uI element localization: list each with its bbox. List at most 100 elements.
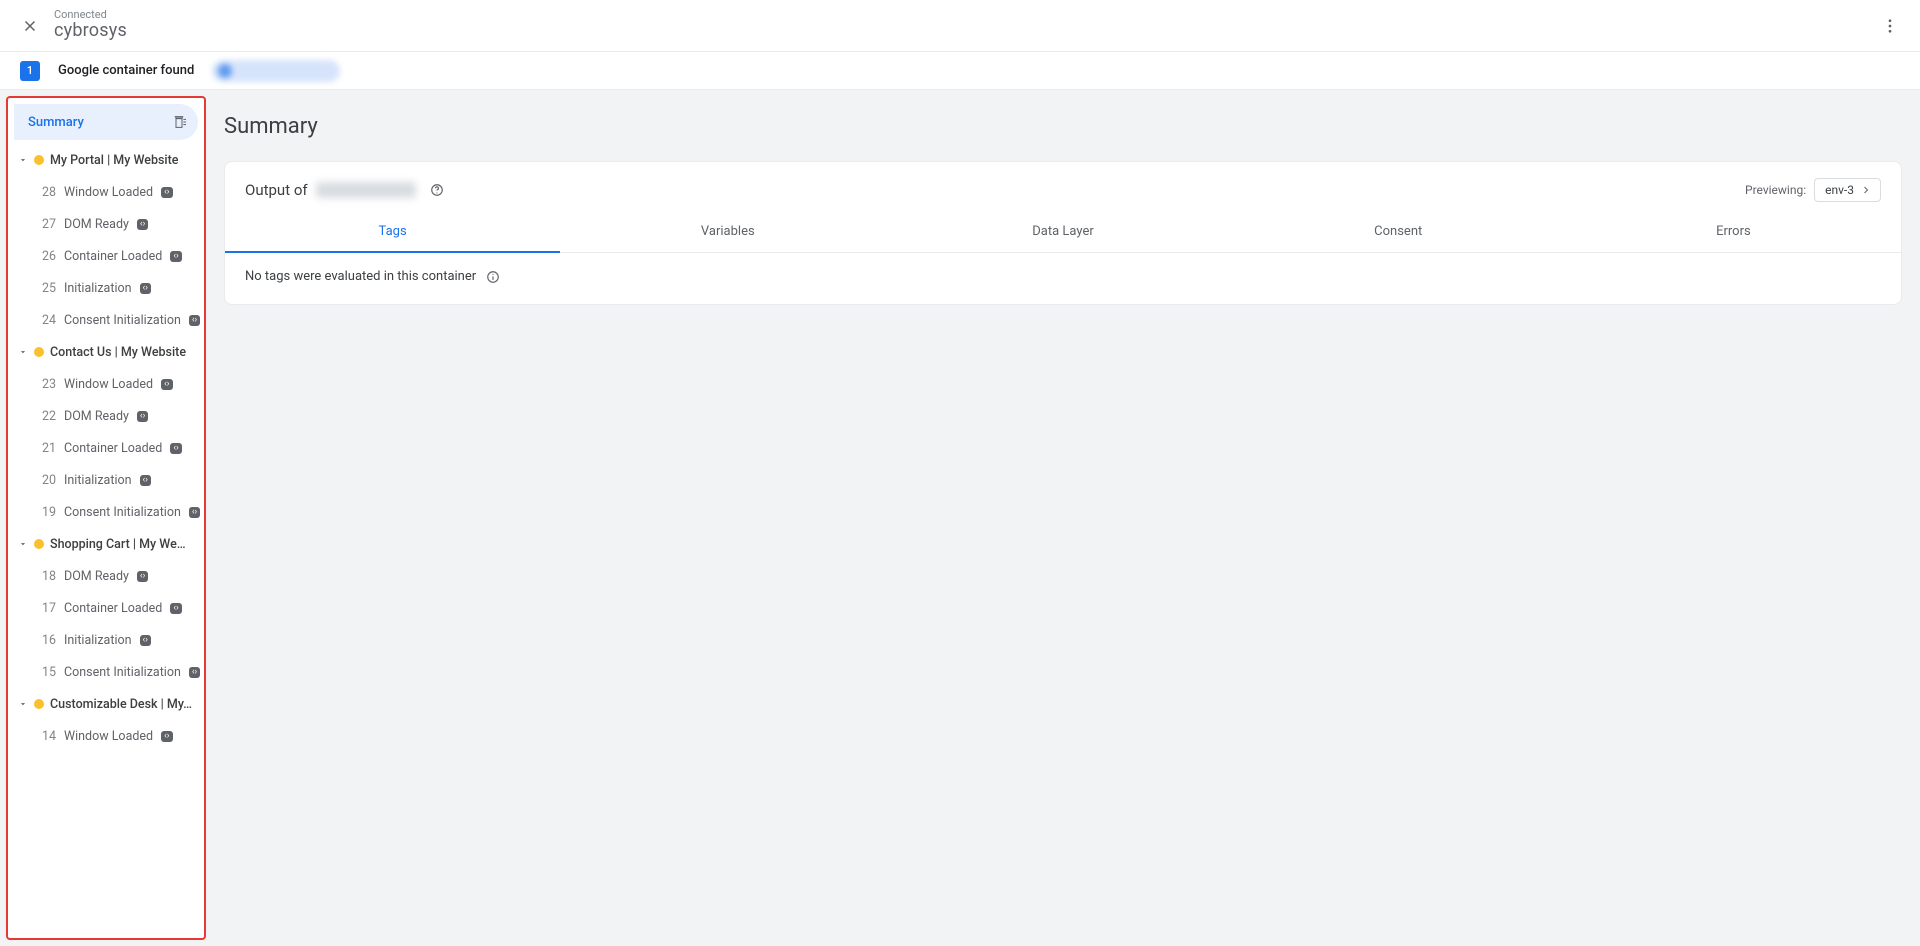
event-number: 18 (38, 569, 56, 584)
sidebar-page-group: My Portal | My Website 28 Window Loaded … (8, 144, 204, 336)
event-row[interactable]: 16 Initialization ‹› (8, 624, 204, 656)
event-number: 27 (38, 217, 56, 232)
event-label: Consent Initialization (64, 313, 181, 328)
output-card: Output of Previewing: env-3 TagsVariable… (224, 161, 1902, 305)
content-area: Summary Output of Previewing: env-3 Tags… (206, 90, 1920, 946)
event-number: 14 (38, 729, 56, 744)
event-row[interactable]: 28 Window Loaded ‹› (8, 176, 204, 208)
page-group-header[interactable]: Shopping Cart | My We… (8, 528, 204, 560)
event-label: DOM Ready (64, 217, 129, 232)
event-row[interactable]: 22 DOM Ready ‹› (8, 400, 204, 432)
event-row[interactable]: 24 Consent Initialization ‹› (8, 304, 204, 336)
event-number: 21 (38, 441, 56, 456)
main-area: Summary My Portal | My Website 28 Window… (0, 90, 1920, 946)
tab-errors[interactable]: Errors (1566, 214, 1901, 252)
event-row[interactable]: 23 Window Loaded ‹› (8, 368, 204, 400)
api-call-chip: ‹› (170, 443, 181, 454)
empty-message: No tags were evaluated in this container (245, 269, 476, 284)
api-call-chip: ‹› (170, 251, 181, 262)
output-of-label: Output of (245, 181, 444, 199)
event-row[interactable]: 14 Window Loaded ‹› (8, 720, 204, 752)
event-sidebar: Summary My Portal | My Website 28 Window… (6, 96, 206, 940)
event-row[interactable]: 27 DOM Ready ‹› (8, 208, 204, 240)
clear-icon (172, 114, 188, 130)
sidebar-page-group: Customizable Desk | My… 14 Window Loaded… (8, 688, 204, 752)
page-title-label: Shopping Cart | My We… (50, 537, 186, 552)
close-button[interactable] (10, 6, 50, 46)
environment-selector[interactable]: env-3 (1814, 178, 1881, 202)
sidebar-page-group: Shopping Cart | My We… 18 DOM Ready ‹› 1… (8, 528, 204, 688)
page-title-label: My Portal | My Website (50, 153, 178, 168)
caret-down-icon (18, 155, 28, 165)
page-group-header[interactable]: Customizable Desk | My… (8, 688, 204, 720)
event-number: 24 (38, 313, 56, 328)
event-label: Window Loaded (64, 729, 153, 744)
api-call-chip: ‹› (161, 731, 172, 742)
output-container-id (316, 182, 416, 198)
clear-events-button[interactable] (172, 114, 188, 130)
tags-empty-state: No tags were evaluated in this container (225, 253, 1901, 304)
tab-consent[interactable]: Consent (1231, 214, 1566, 252)
tab-data-layer[interactable]: Data Layer (895, 214, 1230, 252)
previewing-label: Previewing: (1745, 183, 1806, 197)
event-label: Container Loaded (64, 249, 162, 264)
status-dot-icon (34, 155, 44, 165)
event-number: 20 (38, 473, 56, 488)
api-call-chip: ‹› (189, 315, 200, 326)
event-row[interactable]: 20 Initialization ‹› (8, 464, 204, 496)
api-call-chip: ‹› (161, 379, 172, 390)
event-row[interactable]: 21 Container Loaded ‹› (8, 432, 204, 464)
event-row[interactable]: 25 Initialization ‹› (8, 272, 204, 304)
event-label: Container Loaded (64, 441, 162, 456)
api-call-chip: ‹› (140, 475, 151, 486)
close-icon (21, 17, 39, 35)
sidebar-summary-label: Summary (28, 115, 84, 130)
title-block: Connected cybrosys (54, 9, 127, 42)
event-label: Consent Initialization (64, 505, 181, 520)
more-menu-button[interactable] (1870, 6, 1910, 46)
page-group-header[interactable]: Contact Us | My Website (8, 336, 204, 368)
api-call-chip: ‹› (137, 411, 148, 422)
api-call-chip: ‹› (137, 219, 148, 230)
api-call-chip: ‹› (189, 507, 200, 518)
status-dot-icon (34, 699, 44, 709)
api-call-chip: ‹› (140, 283, 151, 294)
container-found-label: Google container found (58, 63, 194, 78)
sidebar-summary-item[interactable]: Summary (14, 104, 198, 140)
connected-domain: cybrosys (54, 21, 127, 42)
output-prefix: Output of (245, 181, 308, 199)
event-row[interactable]: 26 Container Loaded ‹› (8, 240, 204, 272)
tab-tags[interactable]: Tags (225, 214, 560, 253)
api-call-chip: ‹› (189, 667, 200, 678)
page-title-label: Customizable Desk | My… (50, 697, 192, 712)
page-title-label: Contact Us | My Website (50, 345, 186, 360)
page-group-header[interactable]: My Portal | My Website (8, 144, 204, 176)
tab-variables[interactable]: Variables (560, 214, 895, 252)
event-row[interactable]: 17 Container Loaded ‹› (8, 592, 204, 624)
caret-down-icon (18, 347, 28, 357)
event-number: 26 (38, 249, 56, 264)
chevron-right-icon (1860, 184, 1872, 196)
event-label: Window Loaded (64, 377, 153, 392)
help-button[interactable] (430, 183, 444, 197)
event-number: 17 (38, 601, 56, 616)
event-row[interactable]: 18 DOM Ready ‹› (8, 560, 204, 592)
api-call-chip: ‹› (140, 635, 151, 646)
event-number: 23 (38, 377, 56, 392)
event-label: DOM Ready (64, 409, 129, 424)
event-label: Initialization (64, 473, 132, 488)
event-number: 22 (38, 409, 56, 424)
api-call-chip: ‹› (170, 603, 181, 614)
caret-down-icon (18, 699, 28, 709)
info-button[interactable] (486, 270, 500, 284)
event-number: 19 (38, 505, 56, 520)
event-label: Initialization (64, 281, 132, 296)
event-number: 28 (38, 185, 56, 200)
event-row[interactable]: 15 Consent Initialization ‹› (8, 656, 204, 688)
event-label: DOM Ready (64, 569, 129, 584)
event-number: 16 (38, 633, 56, 648)
caret-down-icon (18, 539, 28, 549)
container-id-chip[interactable] (212, 60, 340, 82)
output-tabs: TagsVariablesData LayerConsentErrors (225, 214, 1901, 253)
event-row[interactable]: 19 Consent Initialization ‹› (8, 496, 204, 528)
